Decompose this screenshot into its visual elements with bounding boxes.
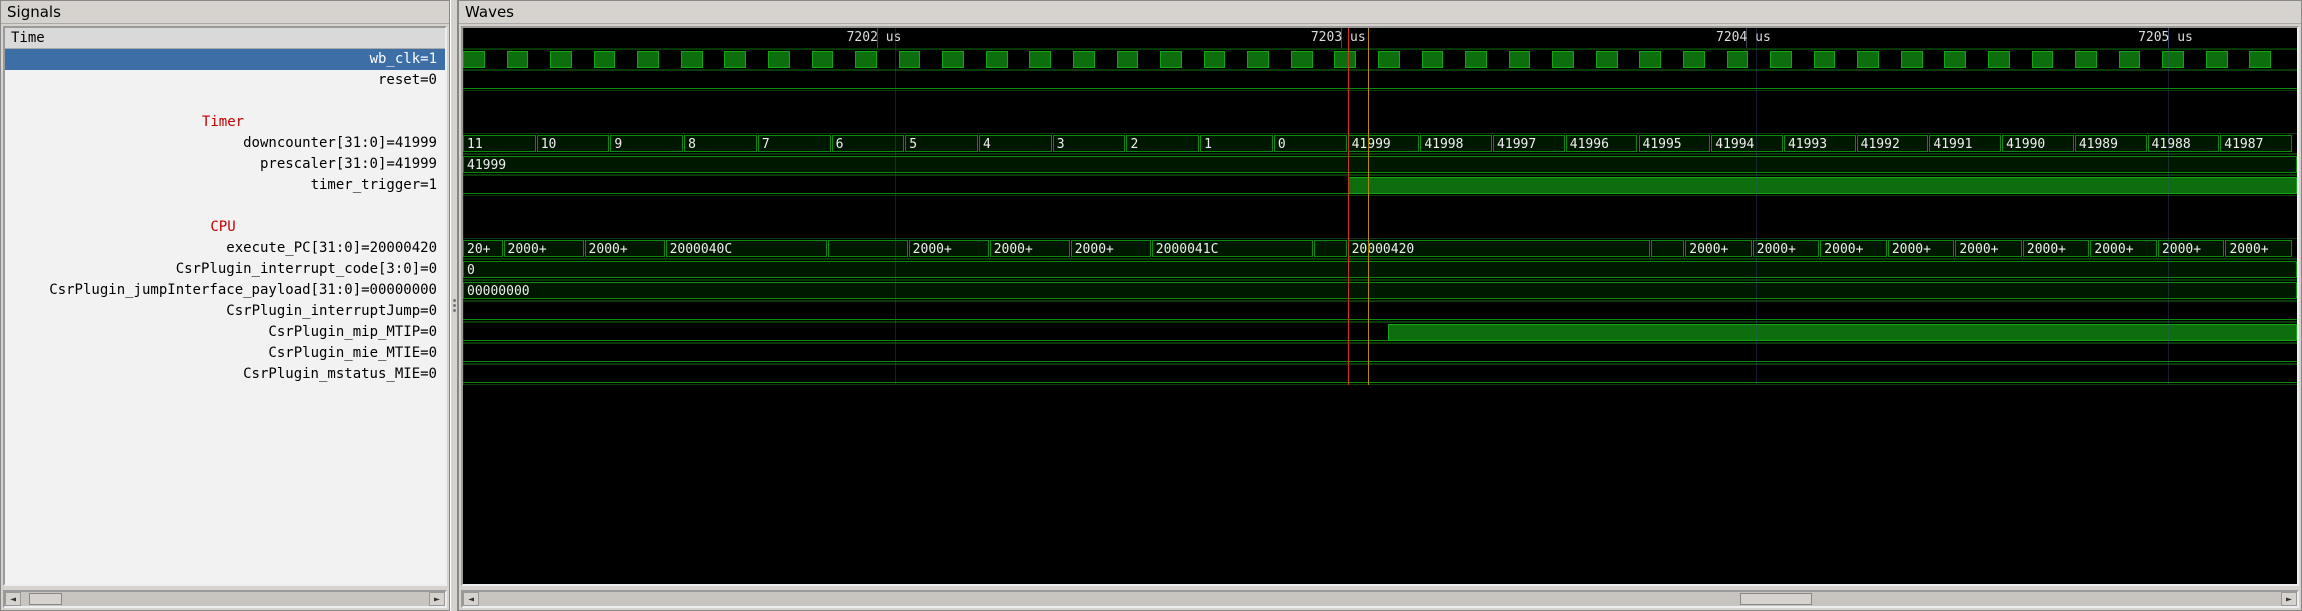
ruler-tick-label: 7205 us (2138, 30, 2193, 45)
wave-row[interactable] (463, 343, 2297, 364)
wave-row[interactable]: 00000000 (463, 280, 2297, 301)
bus-value: 6 (832, 135, 905, 152)
signal-row[interactable]: CsrPlugin_mstatus_MIE=0 (5, 364, 445, 385)
bus-value: 41995 (1639, 135, 1711, 152)
signal-row[interactable]: CsrPlugin_interruptJump=0 (5, 301, 445, 322)
bus-value: 41998 (1420, 135, 1492, 152)
bus-value: 2000+ (2225, 240, 2292, 257)
signal-group: Timer (5, 112, 445, 133)
bus-value: 3 (1053, 135, 1126, 152)
wave-row[interactable] (463, 301, 2297, 322)
signal-row[interactable]: CsrPlugin_mip_MTIP=0 (5, 322, 445, 343)
bus-value: 2000+ (2090, 240, 2157, 257)
scroll-track[interactable] (21, 592, 429, 606)
signal-row[interactable]: wb_clk=1 (5, 49, 445, 70)
time-header: Time (5, 28, 445, 49)
bus-value (1651, 240, 1684, 257)
bus-value: 2000+ (909, 240, 989, 257)
bus-value: 2000+ (1753, 240, 1820, 257)
scroll-left-icon[interactable]: ◄ (5, 592, 21, 606)
wave-row[interactable] (463, 175, 2297, 196)
bus-value: 1 (1200, 135, 1273, 152)
bus-value: 2000+ (1955, 240, 2022, 257)
bus-value: 20000420 (1348, 240, 1651, 257)
signal-row[interactable]: reset=0 (5, 70, 445, 91)
bus-value: 5 (905, 135, 978, 152)
wave-row[interactable]: 0 (463, 259, 2297, 280)
bus-value: 2000+ (504, 240, 584, 257)
wave-body[interactable]: 1110987654321041999419984199741996419954… (463, 49, 2297, 385)
signal-row[interactable]: prescaler[31:0]=41999 (5, 154, 445, 175)
bus-value: 41988 (2148, 135, 2220, 152)
bus-value: 2000+ (990, 240, 1070, 257)
signal-row[interactable]: execute_PC[31:0]=20000420 (5, 238, 445, 259)
bus-value: 41999 (463, 156, 2297, 173)
bus-value: 41994 (1711, 135, 1783, 152)
bus-value: 41997 (1493, 135, 1565, 152)
scroll-track[interactable] (479, 592, 2281, 606)
bus-value: 2000+ (1820, 240, 1887, 257)
signals-hscroll[interactable]: ◄ ► (3, 590, 447, 608)
wave-row[interactable]: 1110987654321041999419984199741996419954… (463, 133, 2297, 154)
signal-list[interactable]: Time wb_clk=1reset=0 Timerdowncounter[31:… (3, 26, 447, 586)
bus-value: 41990 (2002, 135, 2074, 152)
bus-value: 7 (758, 135, 831, 152)
bus-value: 0 (1274, 135, 1347, 152)
waves-hscroll[interactable]: ◄ ► (461, 590, 2299, 608)
wave-row[interactable] (463, 364, 2297, 385)
scroll-right-icon[interactable]: ► (429, 592, 445, 606)
bus-value: 41991 (1929, 135, 2001, 152)
bus-value: 41999 (1348, 135, 1420, 152)
signal-row[interactable]: timer_trigger=1 (5, 175, 445, 196)
bus-value: 2000+ (1888, 240, 1955, 257)
wave-ruler[interactable]: 7202 us 7203 us 7204 us 7205 us (463, 28, 2297, 49)
wave-row[interactable]: 20+2000+2000+2000040C2000+2000+2000+2000… (463, 238, 2297, 259)
cursor-marker-b[interactable] (1368, 28, 1369, 385)
bus-value: 2000+ (585, 240, 665, 257)
bus-value: 11 (463, 135, 536, 152)
wave-row[interactable]: 41999 (463, 154, 2297, 175)
bus-value: 2000040C (666, 240, 827, 257)
cursor-marker-a[interactable] (1348, 28, 1349, 385)
bus-value: 41993 (1784, 135, 1856, 152)
bus-value: 8 (684, 135, 757, 152)
bus-value: 2 (1126, 135, 1199, 152)
scroll-thumb[interactable] (29, 593, 62, 605)
bus-value: 0 (463, 261, 2297, 278)
ruler-tick-label: 7202 us (847, 30, 902, 45)
signal-row[interactable]: CsrPlugin_jumpInterface_payload[31:0]=00… (5, 280, 445, 301)
bus-value: 20+ (463, 240, 503, 257)
ruler-tick-label: 7203 us (1311, 30, 1366, 45)
scroll-left-icon[interactable]: ◄ (463, 592, 479, 606)
bus-value: 41992 (1857, 135, 1929, 152)
bus-value: 41989 (2075, 135, 2147, 152)
bus-value: 41987 (2220, 135, 2292, 152)
wave-area[interactable]: 7202 us7203 us7204 us7205 us 11109876543… (461, 26, 2299, 586)
signal-row[interactable]: downcounter[31:0]=41999 (5, 133, 445, 154)
bus-value: 10 (537, 135, 610, 152)
bus-value (1314, 240, 1347, 257)
ruler-tick-label: 7204 us (1716, 30, 1771, 45)
signals-panel-title: Signals (1, 1, 449, 24)
bus-value: 2000041C (1152, 240, 1313, 257)
bus-value: 2000+ (1685, 240, 1752, 257)
scroll-right-icon[interactable]: ► (2281, 592, 2297, 606)
wave-row[interactable] (463, 49, 2297, 70)
signal-group: CPU (5, 217, 445, 238)
bus-value: 2000+ (1071, 240, 1151, 257)
signal-row[interactable]: CsrPlugin_mie_MTIE=0 (5, 343, 445, 364)
waves-panel: Waves 7202 us7203 us7204 us7205 us 11109… (458, 0, 2302, 611)
waves-panel-title: Waves (459, 1, 2301, 24)
bus-value: 4 (979, 135, 1052, 152)
bus-value: 2000+ (2023, 240, 2090, 257)
scroll-thumb[interactable] (1740, 593, 1812, 605)
splitter[interactable] (450, 0, 458, 611)
signal-row[interactable]: CsrPlugin_interrupt_code[3:0]=0 (5, 259, 445, 280)
signals-panel: Signals Time wb_clk=1reset=0 Timerdowncou… (0, 0, 450, 611)
wave-row[interactable] (463, 322, 2297, 343)
bus-value: 41996 (1566, 135, 1638, 152)
bus-value: 9 (610, 135, 683, 152)
wave-row[interactable] (463, 70, 2297, 91)
bus-value: 00000000 (463, 282, 2297, 299)
